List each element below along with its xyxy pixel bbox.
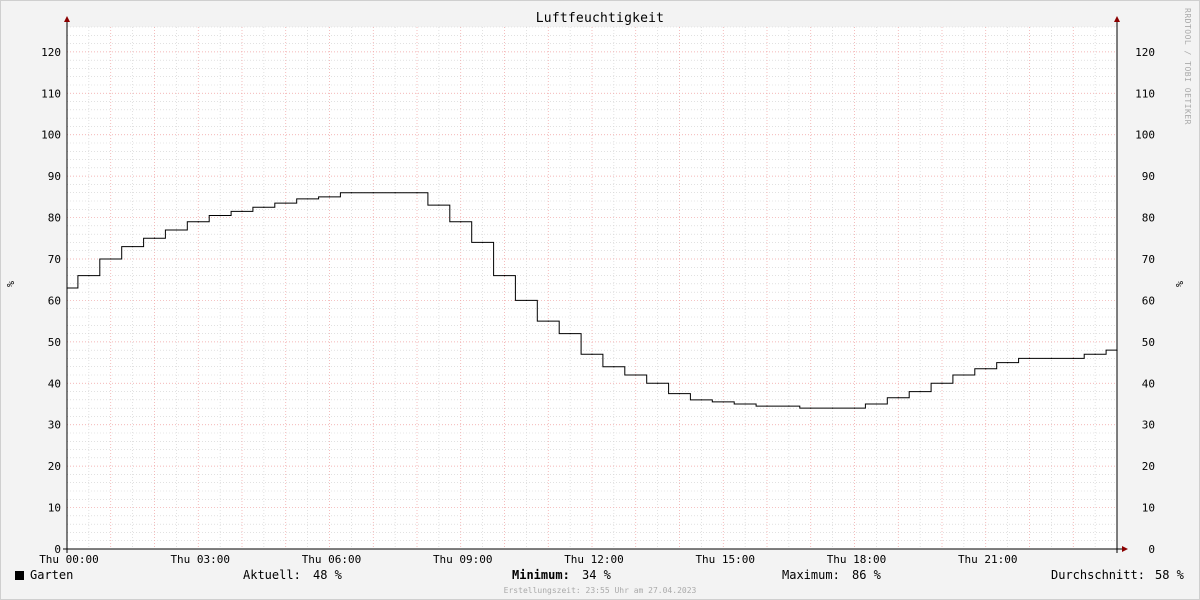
y-tick-label-right: 100 bbox=[1135, 129, 1155, 142]
data-point bbox=[613, 366, 615, 368]
legend-max-label: Maximum: bbox=[782, 568, 840, 582]
data-point bbox=[197, 221, 199, 223]
y-tick-label-right: 30 bbox=[1142, 419, 1155, 432]
y-tick-label-left: 60 bbox=[48, 294, 61, 307]
data-point bbox=[1028, 357, 1031, 360]
data-point bbox=[350, 192, 352, 194]
x-tick-label: Thu 00:00 bbox=[39, 553, 99, 566]
x-tick-label: Thu 12:00 bbox=[564, 553, 624, 566]
x-tick-label: Thu 06:00 bbox=[302, 553, 362, 566]
data-point bbox=[547, 320, 549, 322]
data-point bbox=[175, 229, 177, 231]
legend-avg-value: 58 % bbox=[1155, 568, 1184, 582]
y-tick-label-right: 80 bbox=[1142, 212, 1155, 225]
y-tick-label-left: 20 bbox=[48, 460, 61, 473]
legend-swatch-garten bbox=[15, 571, 24, 580]
y-tick-label-right: 40 bbox=[1142, 377, 1155, 390]
data-point bbox=[941, 382, 943, 384]
legend-series-name: Garten bbox=[30, 568, 74, 582]
data-point bbox=[744, 403, 746, 405]
data-point bbox=[328, 196, 331, 198]
y-tick-label-right: 120 bbox=[1135, 46, 1155, 59]
legend-min-value: 34 % bbox=[582, 568, 611, 582]
y-tick-label-right: 0 bbox=[1148, 543, 1155, 556]
data-point bbox=[591, 353, 593, 355]
data-point bbox=[722, 401, 724, 403]
data-point bbox=[263, 206, 265, 208]
data-point bbox=[1116, 349, 1118, 351]
y-tick-label-left: 50 bbox=[48, 336, 61, 349]
data-point bbox=[416, 192, 418, 194]
y-tick-label-left: 70 bbox=[48, 253, 61, 266]
y-tick-label-left: 110 bbox=[41, 87, 61, 100]
y-tick-label-left: 40 bbox=[48, 377, 61, 390]
data-point bbox=[88, 274, 90, 277]
y-axis-arrow-left bbox=[64, 16, 70, 22]
legend-current-value: 48 % bbox=[313, 568, 342, 582]
data-point bbox=[1094, 353, 1096, 355]
data-point bbox=[372, 192, 374, 194]
data-point bbox=[897, 397, 899, 399]
x-tick-label: Thu 18:00 bbox=[827, 553, 887, 566]
y-tick-label-left: 10 bbox=[48, 502, 61, 515]
data-point bbox=[985, 368, 987, 370]
data-point bbox=[700, 399, 702, 401]
data-point bbox=[503, 274, 506, 277]
y-tick-label-right: 110 bbox=[1135, 87, 1155, 100]
data-point bbox=[66, 287, 68, 289]
y-axis-arrow-right bbox=[1114, 16, 1120, 22]
data-point bbox=[132, 245, 134, 248]
y-tick-label-right: 90 bbox=[1142, 170, 1155, 183]
y-tick-label-right: 70 bbox=[1142, 253, 1155, 266]
data-point bbox=[875, 403, 877, 405]
y-tick-label-left: 30 bbox=[48, 419, 61, 432]
data-point bbox=[853, 407, 856, 409]
data-point bbox=[460, 221, 462, 223]
legend-min-label: Minimum: bbox=[512, 568, 570, 582]
y-tick-label-left: 90 bbox=[48, 170, 61, 183]
data-point bbox=[438, 204, 440, 206]
data-point bbox=[482, 241, 484, 244]
data-point bbox=[810, 407, 812, 409]
data-point bbox=[285, 202, 287, 204]
legend-max-value: 86 % bbox=[852, 568, 881, 582]
data-point bbox=[657, 382, 659, 384]
data-point bbox=[635, 374, 637, 376]
data-point bbox=[1072, 357, 1074, 360]
data-point bbox=[832, 407, 834, 409]
data-point bbox=[241, 210, 243, 212]
x-tick-label: Thu 21:00 bbox=[958, 553, 1018, 566]
x-tick-label: Thu 15:00 bbox=[695, 553, 755, 566]
x-tick-label: Thu 03:00 bbox=[170, 553, 230, 566]
y-tick-label-left: 100 bbox=[41, 129, 61, 142]
chart-svg: 0 010 1020 2030 3040 4050 5060 6070 7080 8090 9010… bbox=[39, 16, 1155, 566]
data-point bbox=[766, 405, 768, 407]
y-tick-label-left: 80 bbox=[48, 212, 61, 225]
legend-current-label: Aktuell: bbox=[243, 568, 301, 582]
y-tick-label-left: 120 bbox=[41, 46, 61, 59]
data-point bbox=[678, 393, 681, 395]
data-point bbox=[919, 390, 921, 393]
y-tick-label-right: 10 bbox=[1142, 502, 1155, 515]
data-point bbox=[219, 214, 221, 217]
data-point bbox=[1050, 357, 1052, 360]
y-tick-label-right: 60 bbox=[1142, 294, 1155, 307]
data-point bbox=[963, 374, 965, 376]
data-point bbox=[569, 332, 571, 335]
data-point bbox=[307, 198, 309, 200]
data-point bbox=[525, 299, 527, 302]
legend-avg-label: Durchschnitt: bbox=[1051, 568, 1145, 582]
y-tick-label-right: 20 bbox=[1142, 460, 1155, 473]
y-tick-label-right: 50 bbox=[1142, 336, 1155, 349]
creation-time-footer: Erstellungszeit: 23:55 Uhr am 27.04.2023 bbox=[503, 586, 697, 595]
x-tick-label: Thu 09:00 bbox=[433, 553, 493, 566]
data-point bbox=[394, 192, 396, 194]
data-point bbox=[110, 258, 112, 260]
x-axis-arrow bbox=[1122, 546, 1128, 552]
data-point bbox=[153, 237, 156, 239]
data-point bbox=[788, 405, 790, 407]
data-point bbox=[1007, 361, 1009, 364]
